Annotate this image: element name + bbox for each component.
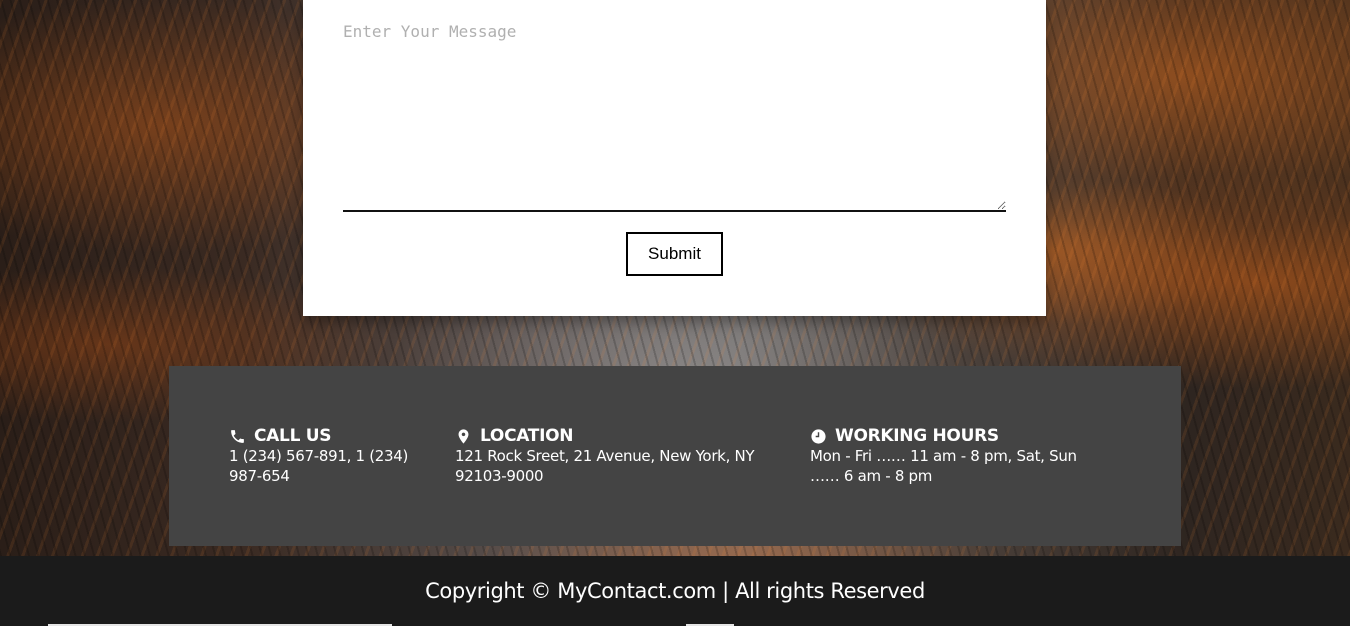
submit-button[interactable]: Submit [626,232,723,276]
location-heading: LOCATION [455,426,755,446]
working-hours-section: WORKING HOURS Mon - Fri …… 11 am - 8 pm,… [810,426,1110,486]
call-us-heading: CALL US [229,426,409,446]
phone-icon [229,428,246,445]
call-us-section: CALL US 1 (234) 567-891, 1 (234) 987-654 [229,426,409,486]
contact-form-card: Submit [303,0,1046,316]
call-us-text: 1 (234) 567-891, 1 (234) 987-654 [229,447,409,485]
location-text: 121 Rock Sreet, 21 Avenue, New York, NY … [455,447,755,485]
map-pin-icon [455,428,472,445]
call-us-title: CALL US [254,426,332,446]
site-footer: Copyright © MyContact.com | All rights R… [0,556,1350,626]
working-hours-text: Mon - Fri …… 11 am - 8 pm, Sat, Sun …… 6… [810,447,1077,485]
location-section: LOCATION 121 Rock Sreet, 21 Avenue, New … [455,426,755,486]
working-hours-title: WORKING HOURS [835,426,999,446]
copyright-text: Copyright © MyContact.com | All rights R… [425,579,925,603]
contact-info-panel: CALL US 1 (234) 567-891, 1 (234) 987-654… [169,366,1181,546]
clock-icon [810,428,827,445]
location-title: LOCATION [480,426,574,446]
message-textarea[interactable] [343,14,1006,212]
working-hours-heading: WORKING HOURS [810,426,1110,446]
